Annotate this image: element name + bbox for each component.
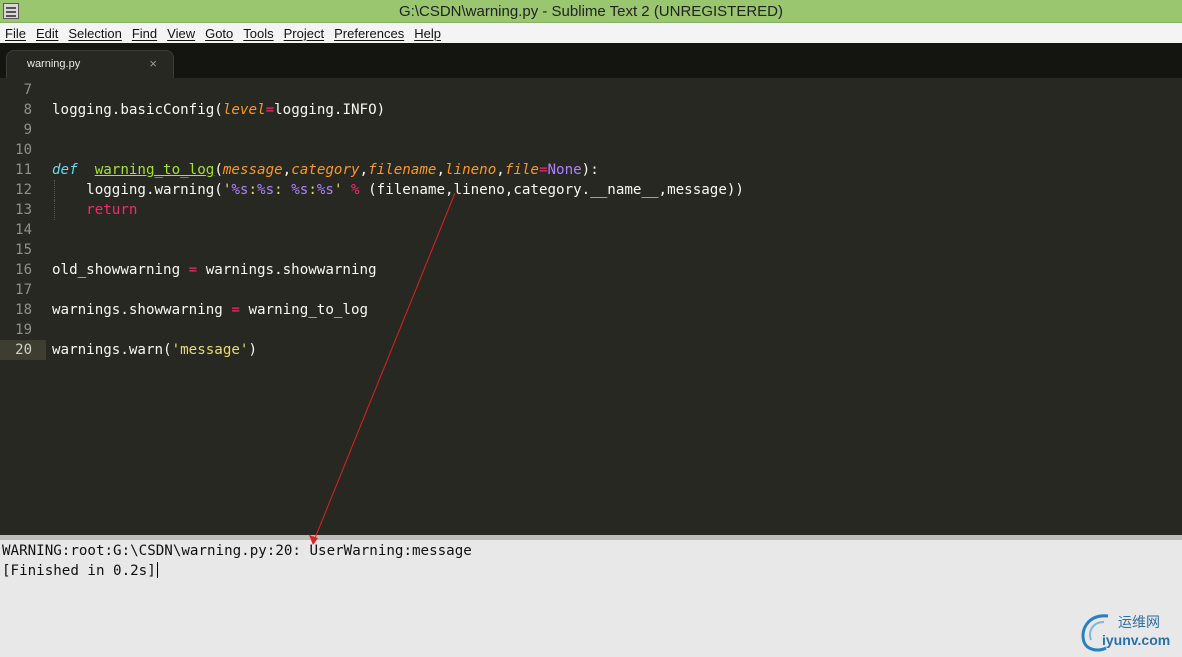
code-token: %s xyxy=(231,182,249,198)
menu-edit[interactable]: Edit xyxy=(36,26,58,41)
code-token: logging.INFO) xyxy=(274,102,386,118)
code-token: %s xyxy=(257,182,275,198)
code-token: 'message' xyxy=(171,342,249,358)
watermark-cn-text: 运维网 xyxy=(1118,615,1160,631)
line-number: 14 xyxy=(15,222,32,238)
line-number: 8 xyxy=(23,102,32,118)
watermark-en-text: iyunv.com xyxy=(1102,632,1171,648)
line-number: 11 xyxy=(15,162,32,178)
output-line: WARNING:root:G:\CSDN\warning.py:20: User… xyxy=(2,543,472,559)
line-number: 16 xyxy=(15,262,32,278)
code-token: old_showwarning xyxy=(52,262,189,278)
code-token: lineno xyxy=(444,162,497,178)
code-token: file xyxy=(504,162,539,178)
line-number: 7 xyxy=(23,82,32,98)
tab-warning-py[interactable]: warning.py × xyxy=(6,50,174,78)
code-text: logging.warning('%s:%s: %s:%s' % (filena… xyxy=(52,180,744,200)
code-token: : xyxy=(274,182,292,198)
tab-strip: warning.py × xyxy=(0,43,1182,78)
code-token: ) xyxy=(248,342,258,358)
menu-bar: File Edit Selection Find View Goto Tools… xyxy=(0,23,1182,43)
menu-file[interactable]: File xyxy=(5,26,26,41)
code-token: return xyxy=(86,202,138,218)
code-line: 11 def warning_to_log(message,category,f… xyxy=(0,160,1182,180)
code-line: 8 logging.basicConfig(level=logging.INFO… xyxy=(0,100,1182,120)
code-token: (filename,lineno,category.__name__,messa… xyxy=(359,182,744,198)
code-token: %s xyxy=(291,182,309,198)
code-token: %s xyxy=(316,182,334,198)
code-text: old_showwarning = warnings.showwarning xyxy=(52,260,377,280)
build-output-panel[interactable]: WARNING:root:G:\CSDN\warning.py:20: User… xyxy=(0,540,1182,657)
code-line: 7 xyxy=(0,80,1182,100)
tab-label: warning.py xyxy=(27,58,81,70)
code-text: def warning_to_log(message,category,file… xyxy=(52,162,599,178)
code-text: logging.basicConfig(level=logging.INFO) xyxy=(52,100,385,120)
line-number: 17 xyxy=(15,282,32,298)
code-token: = xyxy=(265,102,275,118)
code-line: 15 xyxy=(0,240,1182,260)
code-line: 18 warnings.showwarning = warning_to_log xyxy=(0,300,1182,320)
code-token: = xyxy=(231,302,240,318)
text-caret xyxy=(156,562,158,578)
code-editor[interactable]: 7 8 logging.basicConfig(level=logging.IN… xyxy=(0,78,1182,535)
code-token: : xyxy=(308,182,317,198)
menu-help[interactable]: Help xyxy=(414,26,441,41)
code-token: : xyxy=(248,182,258,198)
code-line: 19 xyxy=(0,320,1182,340)
menu-find[interactable]: Find xyxy=(132,26,157,41)
code-line: 17 xyxy=(0,280,1182,300)
menu-project[interactable]: Project xyxy=(284,26,324,41)
code-token: = xyxy=(538,162,548,178)
code-token: logging.warning( xyxy=(86,182,223,198)
window-title: G:\CSDN\warning.py - Sublime Text 2 (UNR… xyxy=(399,3,783,20)
code-text: warnings.showwarning = warning_to_log xyxy=(52,300,368,320)
code-line-current: 20 warnings.warn('message') xyxy=(0,340,1182,360)
code-token: level xyxy=(222,102,266,118)
line-number: 20 xyxy=(15,342,32,358)
code-token: ' xyxy=(333,182,343,198)
code-line: 14 xyxy=(0,220,1182,240)
line-number: 10 xyxy=(15,142,32,158)
code-line: 16 old_showwarning = warnings.showwarnin… xyxy=(0,260,1182,280)
line-number: 18 xyxy=(15,302,32,318)
code-token: logging.basicConfig( xyxy=(52,102,223,118)
close-icon[interactable]: × xyxy=(149,56,157,71)
code-token: message xyxy=(222,162,283,178)
line-number: 15 xyxy=(15,242,32,258)
watermark-logo: 运维网 iyunv.com xyxy=(1078,610,1178,654)
code-token: = xyxy=(188,262,198,278)
code-text: warnings.warn('message') xyxy=(52,340,257,360)
menu-preferences[interactable]: Preferences xyxy=(334,26,404,41)
code-token: warnings.showwarning xyxy=(52,302,232,318)
code-line: 10 xyxy=(0,140,1182,160)
code-token: filename xyxy=(368,162,437,178)
code-token: category xyxy=(291,162,360,178)
line-number: 9 xyxy=(23,122,32,138)
code-line: 9 xyxy=(0,120,1182,140)
menu-tools[interactable]: Tools xyxy=(243,26,273,41)
code-token: warnings.warn( xyxy=(52,342,172,358)
line-number: 12 xyxy=(15,182,32,198)
code-token: warning_to_log xyxy=(239,302,369,318)
menu-view[interactable]: View xyxy=(167,26,195,41)
code-token: None xyxy=(547,162,582,178)
code-line: 13 return xyxy=(0,200,1182,220)
output-line: [Finished in 0.2s] xyxy=(2,561,158,581)
code-line: 12 logging.warning('%s:%s: %s:%s' % (fil… xyxy=(0,180,1182,200)
code-text: return xyxy=(52,200,137,220)
menu-goto[interactable]: Goto xyxy=(205,26,233,41)
line-number: 19 xyxy=(15,322,32,338)
output-finished-text: [Finished in 0.2s] xyxy=(2,563,156,579)
code-token: warnings.showwarning xyxy=(197,262,377,278)
title-bar: G:\CSDN\warning.py - Sublime Text 2 (UNR… xyxy=(0,0,1182,23)
code-token: % xyxy=(351,182,360,198)
menu-selection[interactable]: Selection xyxy=(68,26,121,41)
code-token: warning_to_log xyxy=(94,162,215,178)
line-number: 13 xyxy=(15,202,32,218)
code-token: ): xyxy=(581,162,599,178)
code-token: def xyxy=(52,162,78,178)
